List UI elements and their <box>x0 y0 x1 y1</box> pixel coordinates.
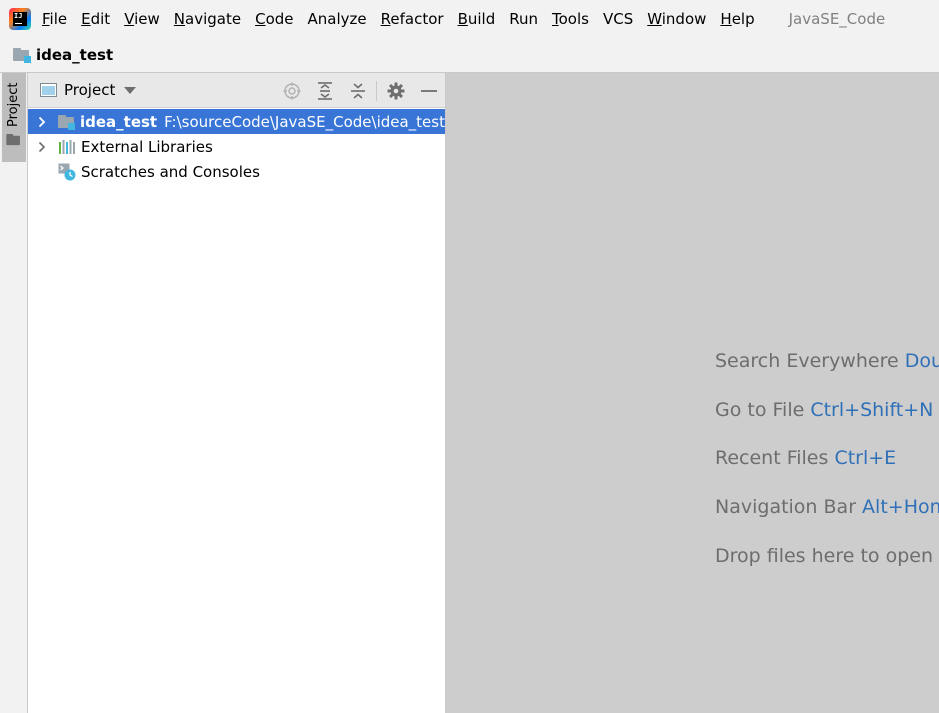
menu-vcs[interactable]: VCS <box>596 0 640 38</box>
settings-button[interactable] <box>379 73 412 108</box>
locate-icon <box>283 82 300 99</box>
menu-code[interactable]: Code <box>248 0 300 38</box>
hint-drop-files: Drop files here to open <box>715 545 934 567</box>
project-tree: idea_test F:\sourceCode\JavaSE_Code\idea… <box>28 108 445 184</box>
collapse-all-icon <box>350 82 365 99</box>
module-folder-icon <box>13 48 31 63</box>
chevron-right-icon[interactable] <box>36 116 48 128</box>
tree-row-scratches[interactable]: Scratches and Consoles <box>28 159 445 184</box>
dropdown-caret-icon[interactable] <box>124 86 137 94</box>
menu-file[interactable]: File <box>35 0 74 38</box>
menu-help[interactable]: Help <box>713 0 761 38</box>
project-tab-label: Project <box>6 82 21 127</box>
tree-item-label: idea_test <box>79 112 158 131</box>
menu-bar: IJ File Edit View Navigate Code Analyze … <box>0 0 939 38</box>
project-view-selector[interactable]: Project <box>64 81 115 99</box>
expand-all-button[interactable] <box>308 73 341 108</box>
toolbar-separator <box>376 80 377 101</box>
tree-item-path: F:\sourceCode\JavaSE_Code\idea_test <box>164 112 445 131</box>
tree-item-label: Scratches and Consoles <box>81 162 260 181</box>
module-folder-icon <box>57 114 75 130</box>
minimize-icon <box>420 89 437 92</box>
left-tool-strip: Project <box>0 73 28 713</box>
breadcrumb-project[interactable]: idea_test <box>36 46 113 64</box>
folder-icon <box>6 134 21 146</box>
hint-recent-files: Recent Files Ctrl+E <box>715 447 897 469</box>
locate-button[interactable] <box>275 73 308 108</box>
expand-all-icon <box>317 81 332 100</box>
menu-tools[interactable]: Tools <box>545 0 596 38</box>
scratches-icon <box>58 163 76 181</box>
navigation-bar: idea_test <box>0 38 939 73</box>
project-tool-window-tab[interactable]: Project <box>2 73 26 162</box>
panel-toolbar <box>275 73 445 108</box>
menu-run[interactable]: Run <box>502 0 545 38</box>
menu-view[interactable]: View <box>117 0 167 38</box>
chevron-right-icon[interactable] <box>36 141 48 153</box>
project-panel: Project idea_test F:\sourceCode\JavaSE_C… <box>28 73 446 713</box>
hint-search-everywhere: Search Everywhere Double Shift <box>715 350 939 372</box>
external-libraries-icon <box>58 139 76 155</box>
menu-navigate[interactable]: Navigate <box>167 0 248 38</box>
tree-item-label: External Libraries <box>81 137 213 156</box>
tree-row-project-root[interactable]: idea_test F:\sourceCode\JavaSE_Code\idea… <box>28 109 445 134</box>
menu-refactor[interactable]: Refactor <box>374 0 451 38</box>
hide-panel-button[interactable] <box>412 73 445 108</box>
hint-go-to-file: Go to File Ctrl+Shift+N <box>715 399 934 421</box>
menu-analyze[interactable]: Analyze <box>301 0 374 38</box>
window-title: JavaSE_Code <box>788 10 886 28</box>
editor-empty-area[interactable]: Search Everywhere Double Shift Go to Fil… <box>446 73 939 713</box>
intellij-idea-icon: IJ <box>9 8 31 30</box>
tree-row-external-libraries[interactable]: External Libraries <box>28 134 445 159</box>
menu-window[interactable]: Window <box>640 0 713 38</box>
hint-navigation-bar: Navigation Bar Alt+Home <box>715 496 939 518</box>
menu-build[interactable]: Build <box>451 0 503 38</box>
project-panel-header: Project <box>28 73 445 108</box>
menu-edit[interactable]: Edit <box>74 0 117 38</box>
collapse-all-button[interactable] <box>341 73 374 108</box>
project-view-icon <box>40 83 57 97</box>
gear-icon <box>387 82 404 99</box>
